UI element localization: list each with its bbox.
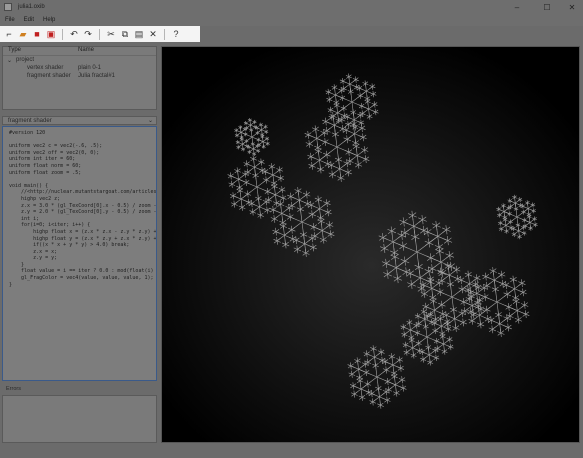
window-title: julia1.oxib — [18, 4, 45, 10]
menu-file[interactable]: File — [5, 17, 15, 23]
status-bar — [0, 446, 583, 458]
maximize-button[interactable]: ☐ — [536, 0, 558, 14]
tree-root-project[interactable]: ⌄ project — [3, 56, 156, 64]
code-line: uniform int iter = 60; — [9, 156, 76, 163]
tree-item-type: fragment shader — [27, 73, 71, 79]
tree-item-type: vertex shader — [27, 65, 64, 71]
menu-edit[interactable]: Edit — [24, 17, 34, 23]
chevron-down-icon[interactable]: ⌄ — [148, 117, 153, 124]
code-line: } — [9, 261, 25, 268]
save-icon[interactable]: ■ — [30, 27, 44, 41]
editor-title: fragment shader — [8, 117, 52, 124]
toolbar-separator — [99, 28, 100, 40]
save-as-icon[interactable]: ▣ — [44, 27, 58, 41]
project-tree[interactable]: Type Name ⌄ project vertex shader plain … — [2, 46, 157, 110]
shader-code-editor[interactable]: #version 120 uniform vec2 c = vec2(-.6, … — [2, 126, 157, 381]
paste-icon[interactable]: ▤ — [132, 27, 146, 41]
code-line: z.x = 3.0 * (gl_TexCoord[0].x - 0.5) / z… — [21, 202, 157, 209]
new-file-icon[interactable]: ⌐ — [2, 27, 16, 41]
render-preview[interactable] — [161, 46, 580, 443]
code-line: for(i=0; i<iter; i++) { — [9, 222, 91, 229]
help-icon[interactable]: ? — [169, 27, 183, 41]
redo-icon[interactable]: ↷ — [81, 27, 95, 41]
toolbar-background — [200, 26, 583, 42]
code-line: highp float x = (z.x * z.x - z.y * z.y) … — [9, 228, 157, 235]
code-line: #version 120 — [9, 130, 46, 136]
undo-icon[interactable]: ↶ — [67, 27, 81, 41]
code-line: } — [9, 281, 13, 288]
minimize-button[interactable]: – — [506, 0, 528, 14]
tree-header: Type Name — [3, 47, 156, 56]
toolbar-separator — [62, 28, 63, 40]
tree-item-vertex-shader[interactable]: vertex shader plain 0-1 — [3, 64, 156, 72]
code-line: float value = i == iter ? 0.0 : mod(floa… — [21, 268, 154, 275]
delete-icon[interactable]: ✕ — [146, 27, 160, 41]
menu-help[interactable]: Help — [43, 17, 55, 23]
code-line: uniform vec2 c = vec2(-.6, .5); — [9, 143, 103, 150]
code-line: z.x = x; — [9, 248, 58, 255]
title-bar: julia1.oxib – ☐ ✕ — [0, 0, 583, 14]
tree-root-label: project — [16, 57, 35, 63]
app-icon — [4, 3, 12, 11]
cut-icon[interactable]: ✂ — [104, 27, 118, 41]
code-line: gl_FragColor = vec4(value, value, value,… — [9, 275, 154, 282]
errors-panel — [2, 395, 157, 443]
code-line: uniform vec2 off = vec2(0, 0); — [9, 149, 100, 156]
open-folder-icon[interactable]: ▰ — [16, 27, 30, 41]
tree-item-name: plain 0-1 — [78, 65, 102, 71]
tree-col-name[interactable]: Name — [73, 47, 94, 55]
chevron-down-icon[interactable]: ⌄ — [7, 57, 12, 64]
code-line: z.y = 2.0 * (gl_TexCoord[0].y - 0.5) / z… — [21, 209, 157, 216]
toolbar: ⌐ ▰ ■ ▣ ↶ ↷ ✂ ⧉ ▤ ✕ ? — [0, 26, 200, 42]
code-line: z.y = y; — [9, 255, 58, 262]
code-line: highp float y = (z.x * z.y + z.x * z.y) … — [9, 235, 157, 242]
code-line: highp vec2 z; — [9, 195, 61, 202]
toolbar-separator — [164, 28, 165, 40]
close-button[interactable]: ✕ — [561, 0, 583, 14]
copy-icon[interactable]: ⧉ — [118, 27, 132, 41]
code-line: uniform float norm = 60; — [9, 162, 82, 169]
code-line: uniform float zoom = .5; — [9, 169, 82, 176]
code-line: void main() { — [9, 182, 49, 189]
tree-col-type[interactable]: Type — [3, 47, 73, 55]
code-line: int i; — [9, 215, 40, 222]
julia-fractal-image — [162, 47, 579, 442]
menu-bar: File Edit Help — [0, 14, 583, 26]
tree-item-fragment-shader[interactable]: fragment shader Julia fractal#1 — [3, 72, 156, 80]
code-line: if((x * x + y * y) > 4.0) break; — [9, 242, 130, 249]
errors-title: Errors — [6, 386, 21, 392]
tree-item-name: Julia fractal#1 — [78, 73, 116, 79]
code-line: //<http://nuclear.mutantstargoat.com/art… — [21, 189, 157, 196]
editor-title-bar: fragment shader ⌄ — [2, 116, 157, 125]
